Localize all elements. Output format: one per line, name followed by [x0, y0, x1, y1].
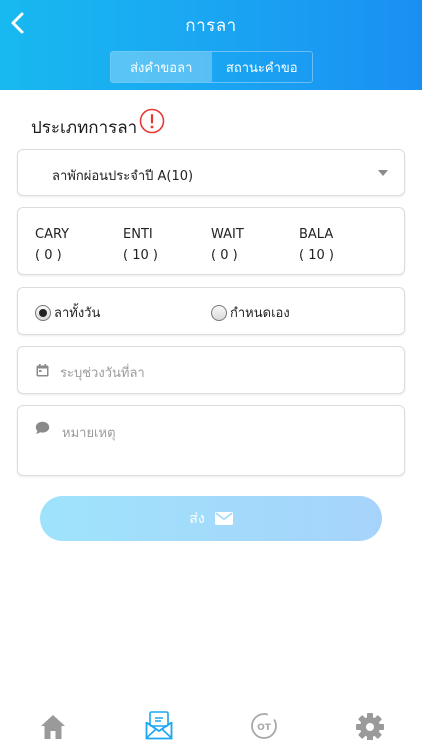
leave-type-title: ประเภทการลา: [31, 118, 138, 138]
note-placeholder: หมายเหตุ: [62, 426, 116, 441]
submit-button-label: ส่ง: [189, 510, 205, 527]
page-title: การลา: [185, 16, 237, 36]
balance-value: ( 0 ): [211, 248, 238, 263]
radio-checked-icon: [35, 304, 51, 321]
leave-type-selected-value: ลาพักผ่อนประจำปี A(10): [52, 169, 194, 184]
segmented-tabs: ส่งคำขอลา สถานะคำขอ: [110, 51, 313, 83]
radio-custom-label: กำหนดเอง: [230, 306, 290, 321]
balance-value: ( 10 ): [123, 248, 158, 263]
balance-item: ENTI ( 10 ): [123, 224, 158, 266]
tab-send-request[interactable]: ส่งคำขอลา: [111, 52, 212, 82]
date-range-placeholder: ระบุช่วงวันที่ลา: [60, 366, 145, 381]
balance-item: CARY ( 0 ): [35, 224, 69, 266]
ot-icon[interactable]: OT: [249, 710, 279, 740]
balance-label: BALA: [299, 227, 334, 242]
date-range-field[interactable]: ระบุช่วงวันที่ลา: [17, 346, 405, 394]
envelope-icon: [214, 512, 233, 525]
balance-value: ( 0 ): [35, 248, 62, 263]
settings-gear-icon[interactable]: [355, 710, 385, 740]
balance-item: WAIT ( 0 ): [211, 224, 244, 266]
radio-full-day-label: ลาทั้งวัน: [54, 306, 101, 321]
balance-value: ( 10 ): [299, 248, 334, 263]
balance-label: ENTI: [123, 227, 153, 242]
comment-bubble-icon: [35, 421, 50, 435]
leave-envelope-icon[interactable]: [144, 710, 174, 740]
leave-balance-panel: CARY ( 0 ) ENTI ( 10 ) WAIT ( 0 ) BALA (…: [17, 207, 405, 275]
home-icon[interactable]: [38, 710, 68, 740]
balance-label: CARY: [35, 227, 70, 242]
svg-text:OT: OT: [257, 723, 272, 733]
exclamation-circle-icon[interactable]: [139, 108, 165, 134]
balance-item: BALA ( 10 ): [299, 224, 334, 266]
duration-option-group: ลาทั้งวัน กำหนดเอง: [17, 287, 405, 335]
radio-unchecked-icon: [211, 304, 227, 321]
balance-label: WAIT: [211, 227, 244, 242]
tab-request-status[interactable]: สถานะคำขอ: [212, 52, 313, 82]
note-field[interactable]: หมายเหตุ: [17, 405, 405, 476]
leave-request-screen: การลา ส่งคำขอลา สถานะคำขอ ประเภทการลา ลา…: [0, 0, 422, 750]
calendar-icon: [36, 364, 49, 377]
radio-full-day[interactable]: ลาทั้งวัน: [35, 302, 100, 323]
app-header: การลา ส่งคำขอลา สถานะคำขอ: [0, 0, 422, 90]
leave-type-dropdown[interactable]: ลาพักผ่อนประจำปี A(10): [17, 149, 405, 196]
radio-custom[interactable]: กำหนดเอง: [211, 302, 290, 323]
submit-button[interactable]: ส่ง: [40, 496, 382, 541]
chevron-down-icon: [378, 170, 388, 176]
